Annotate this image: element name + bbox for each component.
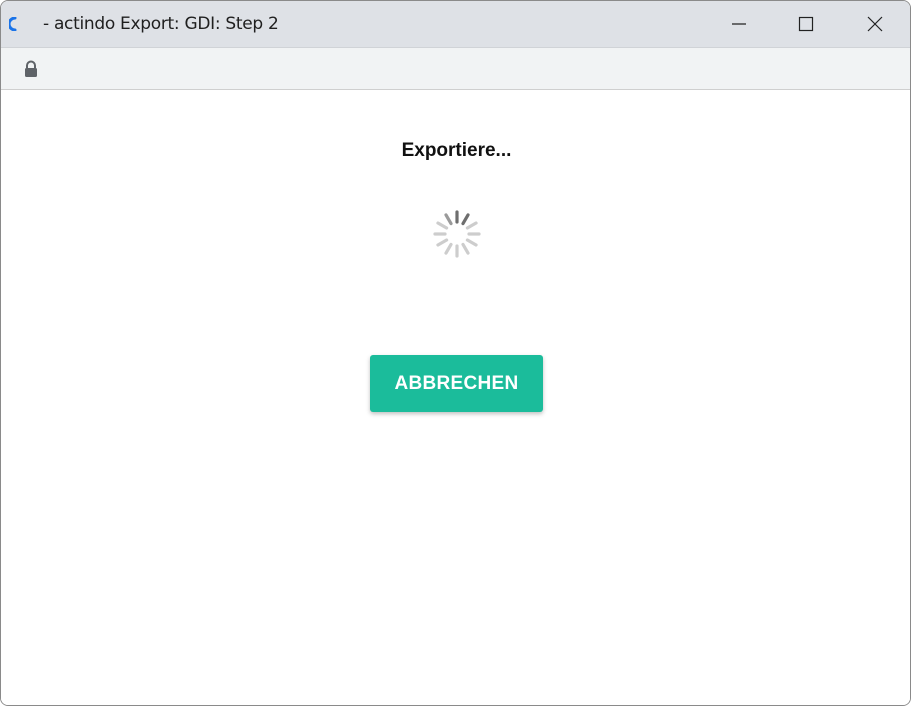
spinner-spoke bbox=[465, 221, 478, 230]
close-button[interactable] bbox=[841, 1, 909, 47]
browser-window: - actindo Export: GDI: Step 2 Exportiere… bbox=[0, 0, 911, 706]
window-title: - actindo Export: GDI: Step 2 bbox=[43, 14, 279, 34]
spinner-spoke bbox=[436, 238, 449, 247]
minimize-button[interactable] bbox=[705, 1, 773, 47]
cancel-button[interactable]: ABBRECHEN bbox=[370, 355, 543, 412]
close-icon bbox=[867, 16, 883, 32]
spinner-spoke bbox=[461, 213, 470, 226]
title-bar: - actindo Export: GDI: Step 2 bbox=[1, 1, 910, 47]
loading-spinner-icon bbox=[433, 210, 481, 258]
minimize-icon bbox=[732, 23, 746, 25]
maximize-icon bbox=[798, 16, 814, 32]
maximize-button[interactable] bbox=[772, 1, 840, 47]
spinner-spoke bbox=[444, 213, 453, 226]
spinner-spoke bbox=[465, 238, 478, 247]
spinner-spoke bbox=[461, 242, 470, 255]
export-status-heading: Exportiere... bbox=[401, 140, 512, 161]
lock-icon[interactable] bbox=[23, 60, 39, 78]
address-bar bbox=[1, 47, 910, 90]
spinner-spoke bbox=[436, 221, 449, 230]
main-content: Exportiere... ABBRECHEN bbox=[1, 90, 910, 705]
spinner-spoke bbox=[444, 242, 453, 255]
favicon-icon bbox=[9, 17, 17, 31]
